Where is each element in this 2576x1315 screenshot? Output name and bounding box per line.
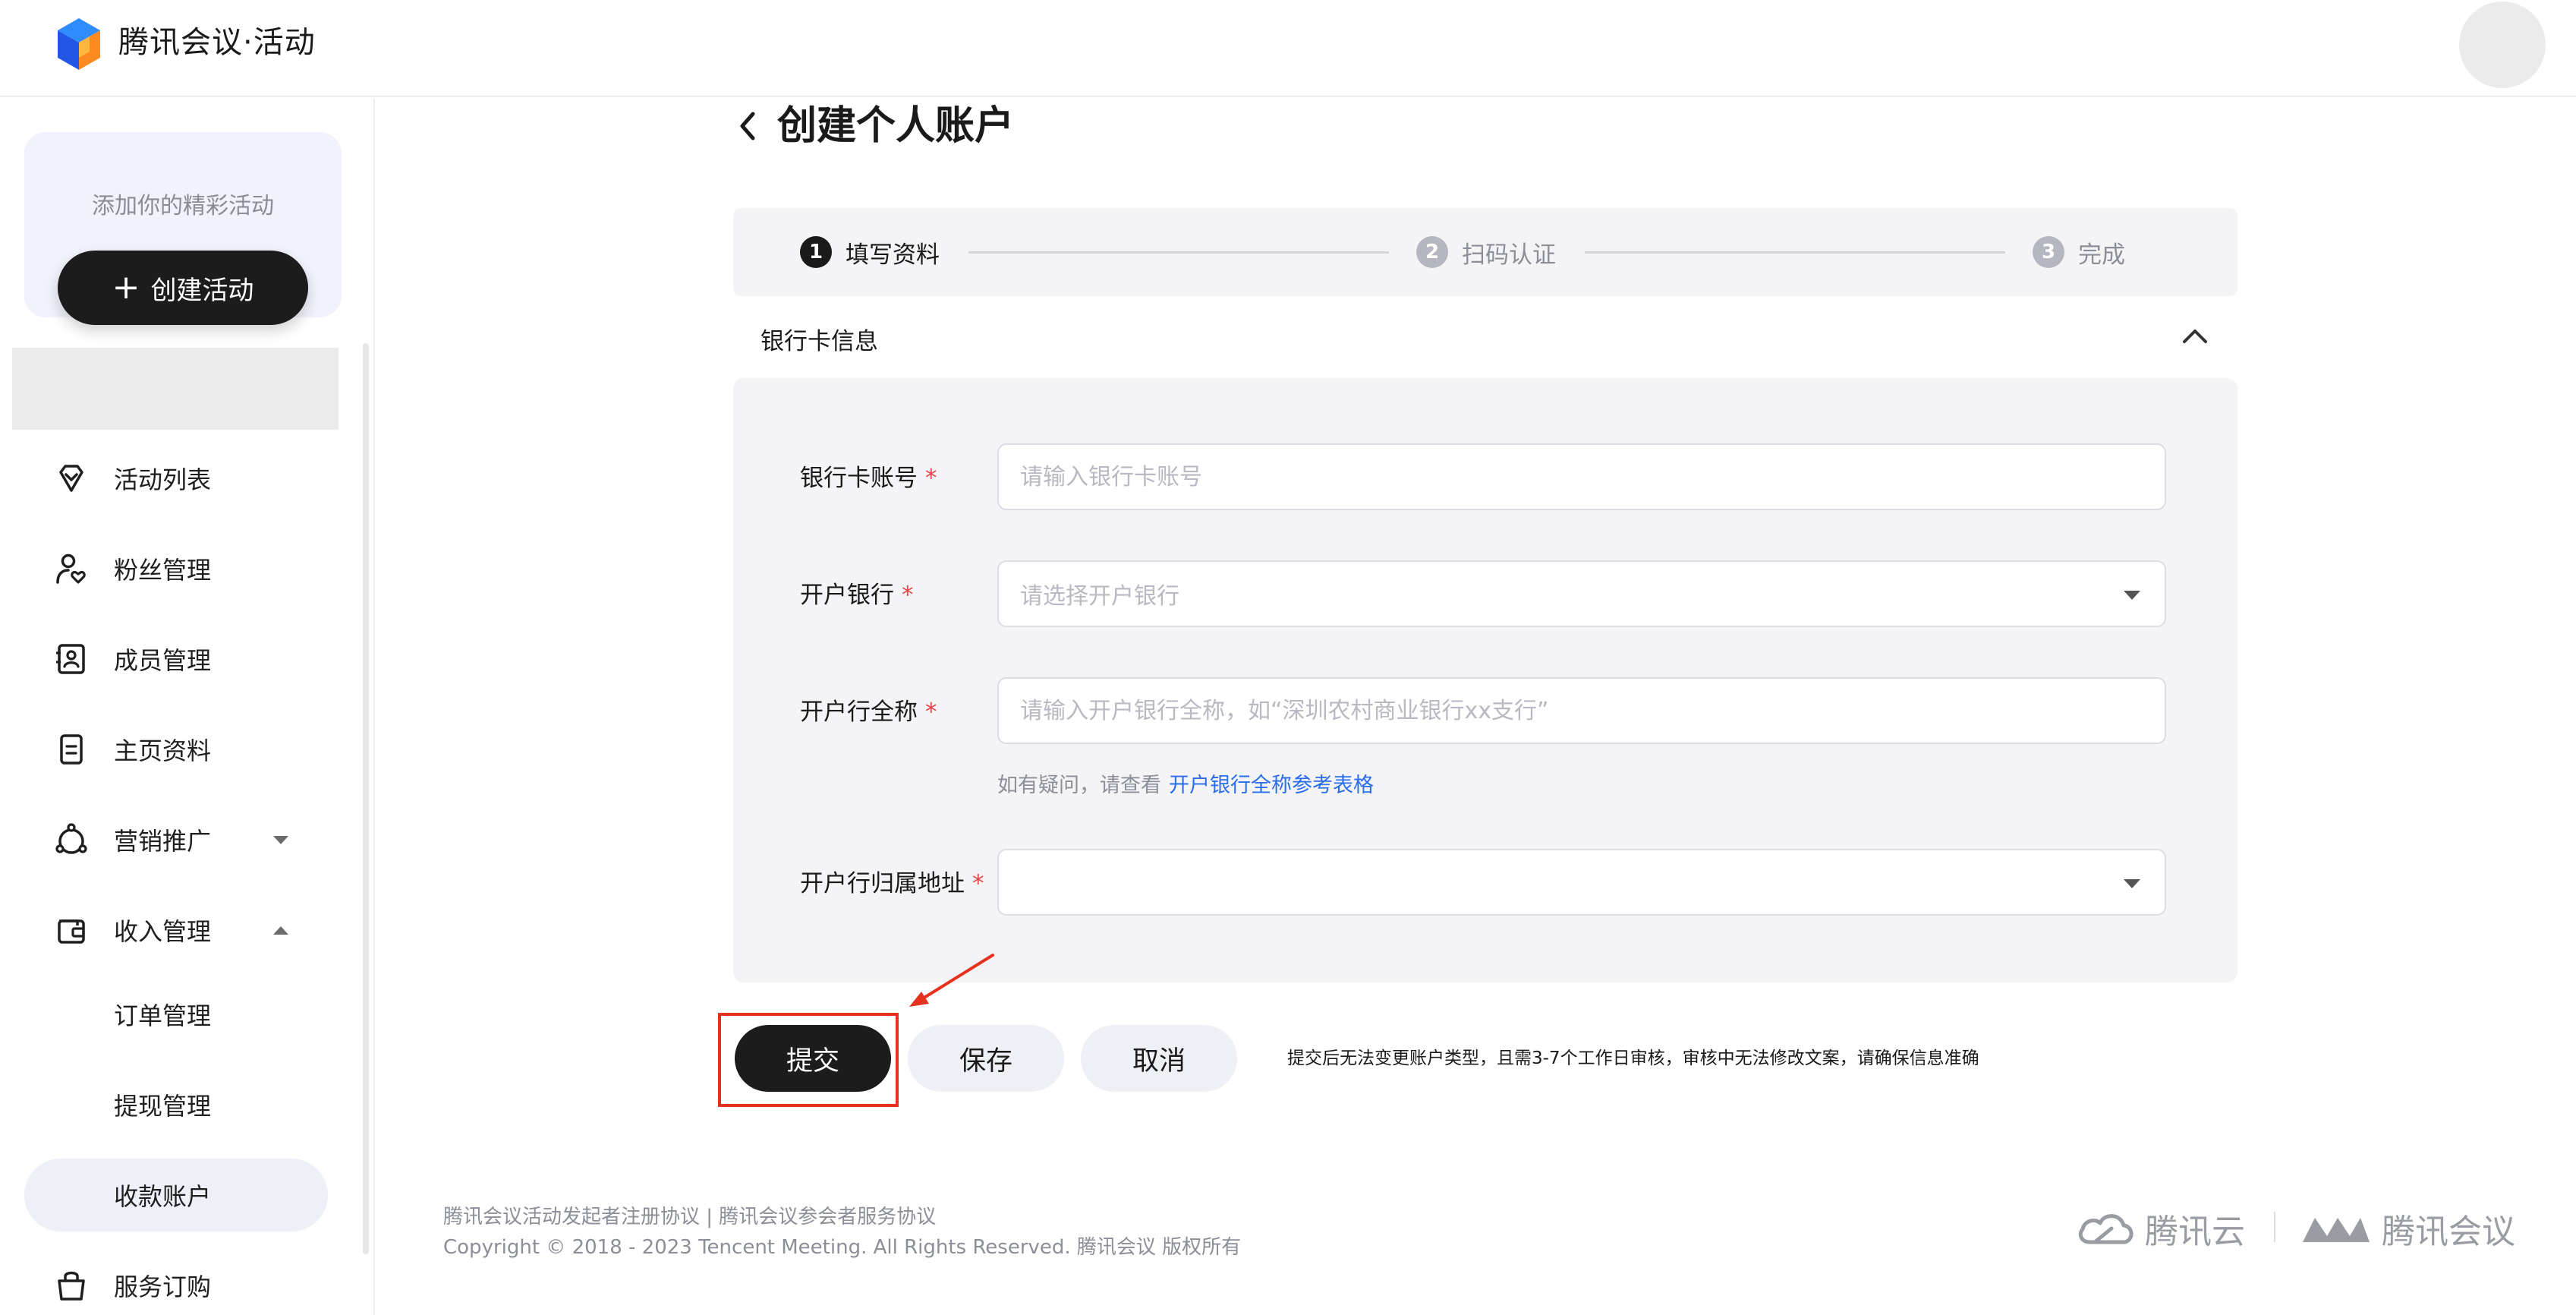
sidebar-item-marketing[interactable]: 营销推广 (0, 803, 334, 876)
sidebar-item-label: 活动列表 (114, 465, 212, 494)
step-label: 填写资料 (846, 241, 940, 269)
top-bar: 腾讯会议·活动 (0, 0, 2576, 97)
step-number: 1 (800, 236, 832, 268)
sidebar-scrollbar[interactable] (363, 343, 369, 1254)
sidebar-subitem-orders[interactable]: 订单管理 (0, 978, 334, 1051)
sidebar-item-label: 主页资料 (114, 736, 212, 765)
sidebar-item-label: 成员管理 (114, 646, 212, 675)
sidebar-subitem-withdrawals[interactable]: 提现管理 (0, 1068, 334, 1141)
document-icon (60, 734, 83, 765)
footer-logo-divider (2274, 1212, 2275, 1242)
marketing-icon (55, 823, 87, 854)
back-arrow-icon[interactable] (735, 109, 762, 143)
sidebar: 添加你的精彩活动 + 创建活动 活动列表 粉丝管理 成员管理 主页资料 营销推广… (0, 99, 375, 1315)
user-avatar[interactable] (2459, 2, 2546, 88)
user-heart-icon (56, 553, 86, 584)
create-activity-label: 创建活动 (150, 275, 254, 306)
step-connector (1585, 251, 2005, 254)
tencent-cloud-logo: 腾讯云 (2075, 1204, 2245, 1253)
save-button[interactable]: 保存 (908, 1025, 1064, 1092)
bank-label-text: 开户银行 (800, 582, 894, 609)
branch-address-select[interactable] (997, 849, 2166, 916)
step-scan-verify: 2 扫码认证 (1416, 235, 1556, 269)
sidebar-item-members[interactable]: 成员管理 (0, 623, 334, 695)
submit-button[interactable]: 提交 (735, 1025, 891, 1092)
branch-name-hint: 如有疑问，请查看 开户银行全称参考表格 (997, 768, 1374, 798)
tencent-cloud-text: 腾讯云 (2145, 1213, 2245, 1251)
member-card-icon (56, 644, 85, 674)
diamond-icon (59, 465, 83, 492)
cloud-icon (2078, 1214, 2134, 1244)
sidebar-item-label: 服务订购 (114, 1272, 212, 1301)
branch-name-label-text: 开户行全称 (800, 698, 918, 726)
chevron-down-icon[interactable] (273, 835, 288, 844)
step-label: 扫码认证 (1462, 241, 1556, 269)
brand-title[interactable]: 腾讯会议·活动 (118, 23, 316, 62)
branch-reference-link[interactable]: 开户银行全称参考表格 (1169, 774, 1374, 797)
tencent-meeting-logo-icon[interactable] (56, 17, 102, 71)
card-number-input[interactable] (997, 443, 2166, 510)
hint-prefix: 如有疑问，请查看 (997, 774, 1161, 797)
step-fill-info: 1 填写资料 (800, 235, 940, 269)
create-activity-button[interactable]: + 创建活动 (58, 251, 308, 325)
tencent-meeting-text: 腾讯会议 (2382, 1213, 2515, 1251)
step-complete: 3 完成 (2033, 235, 2125, 269)
branch-name-input[interactable] (997, 677, 2166, 744)
sidebar-item-label: 营销推广 (114, 827, 212, 856)
cancel-button[interactable]: 取消 (1081, 1025, 1237, 1092)
footer-copyright: Copyright © 2018 - 2023 Tencent Meeting.… (443, 1236, 1242, 1259)
placeholder-block (12, 348, 339, 430)
meeting-logo-icon (2303, 1218, 2370, 1242)
bank-select[interactable]: 请选择开户银行 (997, 560, 2166, 627)
bank-label: 开户银行 * (800, 576, 914, 610)
required-mark: * (925, 698, 937, 726)
section-title: 银行卡信息 (761, 328, 878, 355)
promo-card: 添加你的精彩活动 + 创建活动 (24, 132, 342, 325)
sidebar-subitem-label: 收款账户 (114, 1182, 212, 1211)
chevron-up-icon[interactable] (273, 926, 288, 935)
step-connector (968, 251, 1389, 254)
branch-name-label: 开户行全称 * (800, 692, 937, 727)
branch-address-label-text: 开户行归属地址 (800, 870, 965, 897)
footer-agreement-links[interactable]: 腾讯会议活动发起者注册协议 | 腾讯会议参会者服务协议 (443, 1201, 936, 1229)
required-mark: * (902, 582, 914, 609)
required-mark: * (925, 465, 937, 492)
required-mark: * (972, 870, 984, 897)
card-number-label: 银行卡账号 * (800, 459, 937, 493)
sidebar-item-label: 粉丝管理 (114, 556, 212, 585)
sidebar-subitem-label: 提现管理 (114, 1092, 212, 1121)
step-label: 完成 (2078, 241, 2125, 269)
step-number: 3 (2033, 236, 2064, 268)
tencent-meeting-footer-logo: 腾讯会议 (2300, 1204, 2515, 1253)
bag-icon (58, 1271, 85, 1301)
annotation-arrow-icon (909, 954, 994, 1007)
chevron-up-icon[interactable] (2180, 325, 2210, 348)
plus-icon: + (112, 268, 140, 307)
promo-text: 添加你的精彩活动 (92, 193, 274, 219)
sidebar-item-income[interactable]: 收入管理 (0, 894, 334, 967)
dropdown-arrow-icon (2124, 591, 2140, 600)
sidebar-item-label: 收入管理 (114, 917, 212, 946)
sidebar-item-service-order[interactable]: 服务订购 (0, 1249, 334, 1315)
wallet-icon (58, 919, 85, 944)
sidebar-subitem-label: 订单管理 (114, 1001, 212, 1030)
branch-address-label: 开户行归属地址 * (800, 864, 984, 898)
card-number-label-text: 银行卡账号 (800, 465, 918, 492)
sidebar-item-homepage-info[interactable]: 主页资料 (0, 713, 334, 786)
step-number: 2 (1416, 236, 1448, 268)
dropdown-arrow-icon (2124, 879, 2140, 888)
submit-notice: 提交后无法变更账户类型，且需3-7个工作日审核，审核中无法修改文案，请确保信息准… (1287, 1049, 1979, 1068)
sidebar-item-fans[interactable]: 粉丝管理 (0, 532, 334, 605)
bank-select-placeholder: 请选择开户银行 (1020, 583, 1179, 610)
page-title: 创建个人账户 (777, 103, 1015, 149)
sidebar-item-activity-list[interactable]: 活动列表 (0, 442, 334, 515)
sidebar-subitem-payment-account[interactable]: 收款账户 (24, 1159, 328, 1231)
stepper: 1 填写资料 2 扫码认证 3 完成 (733, 208, 2237, 296)
